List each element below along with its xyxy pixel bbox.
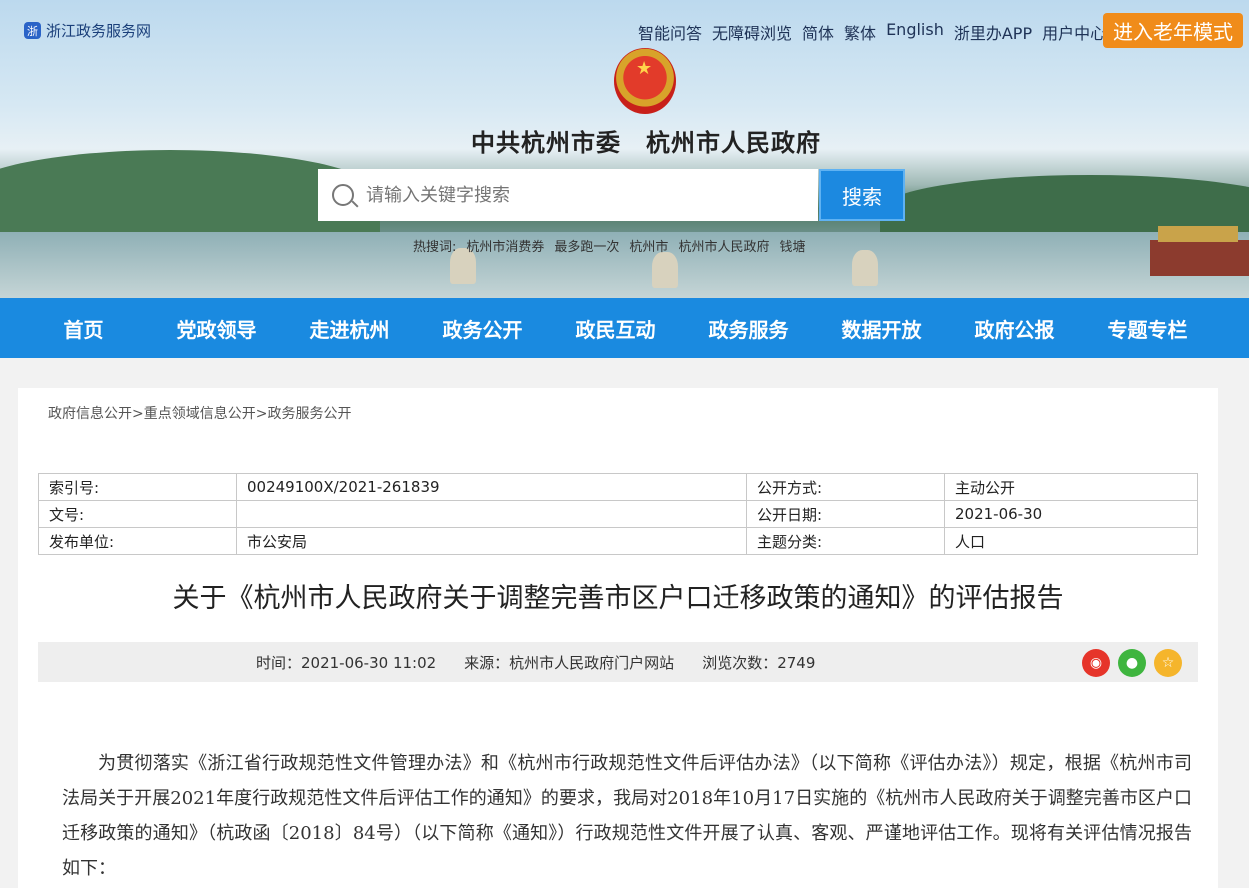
brand-label: 浙江政务服务网 — [46, 22, 152, 40]
link-traditional[interactable]: 繁体 — [844, 20, 876, 44]
meta-label: 文号: — [38, 500, 237, 528]
breadcrumb-separator: > — [132, 406, 144, 422]
meta-value: 主动公开 — [944, 473, 1198, 501]
hotword-link[interactable]: 杭州市消费券 — [466, 236, 544, 255]
table-row: 索引号: 00249100X/2021-261839 公开方式: 主动公开 — [38, 473, 1198, 501]
hotwords: 热搜词: 杭州市消费券 最多跑一次 杭州市 杭州市人民政府 钱塘 — [413, 236, 805, 255]
breadcrumb-separator: > — [255, 406, 268, 422]
nav-item-disclosure[interactable]: 政务公开 — [416, 314, 549, 343]
search-box — [318, 169, 818, 221]
meta-label: 公开方式: — [746, 473, 945, 501]
link-accessibility[interactable]: 无障碍浏览 — [712, 20, 792, 44]
meta-label: 公开日期: — [746, 500, 945, 528]
article-title: 关于《杭州市人民政府关于调整完善市区户口迁移政策的通知》的评估报告 — [172, 583, 1064, 614]
meta-value: 市公安局 — [236, 527, 747, 555]
meta-value — [236, 500, 747, 528]
elder-mode-button[interactable]: 进入老年模式 — [1103, 13, 1243, 48]
link-app[interactable]: 浙里办APP — [954, 20, 1032, 44]
nav-item-services[interactable]: 政务服务 — [682, 314, 815, 343]
nav-item-interaction[interactable]: 政民互动 — [549, 314, 682, 343]
search-button[interactable]: 搜索 — [819, 169, 905, 221]
article-info-bar: 时间：2021-06-30 11:02 来源：杭州市人民政府门户网站 浏览次数：… — [38, 642, 1198, 682]
breadcrumb-item[interactable]: 重点领域信息公开 — [144, 406, 256, 422]
boat-decoration — [1150, 226, 1249, 276]
brand-link[interactable]: 浙 浙江政务服务网 — [24, 20, 151, 41]
search-input[interactable] — [364, 183, 788, 207]
hotword-link[interactable]: 杭州市人民政府 — [678, 236, 769, 255]
article-body: 为贯彻落实《浙江省行政规范性文件管理办法》和《杭州市行政规范性文件后评估办法》（… — [62, 753, 1192, 879]
table-row: 文号: 公开日期: 2021-06-30 — [38, 500, 1198, 528]
link-english[interactable]: English — [886, 20, 944, 44]
main-nav: 首页 党政领导 走进杭州 政务公开 政民互动 政务服务 数据开放 政府公报 专题… — [0, 298, 1249, 358]
nav-item-home[interactable]: 首页 — [17, 314, 150, 343]
table-row: 发布单位: 市公安局 主题分类: 人口 — [38, 527, 1198, 555]
meta-label: 发布单位: — [38, 527, 237, 555]
hotword-link[interactable]: 钱塘 — [779, 236, 805, 255]
meta-value: 2021-06-30 — [944, 500, 1198, 528]
meta-value: 人口 — [944, 527, 1198, 555]
link-ai-qa[interactable]: 智能问答 — [638, 20, 702, 44]
content-card: 政府信息公开>重点领域信息公开>政务服务公开 索引号: 00249100X/20… — [18, 388, 1218, 888]
nav-item-about[interactable]: 走进杭州 — [283, 314, 416, 343]
search-icon — [332, 184, 354, 206]
zhejiang-logo-icon: 浙 — [24, 22, 41, 39]
hotwords-label: 热搜词: — [413, 240, 457, 255]
link-simplified[interactable]: 简体 — [802, 20, 834, 44]
national-emblem-icon: ★ — [614, 48, 676, 114]
breadcrumb-item[interactable]: 政务服务公开 — [267, 406, 351, 422]
document-meta-table: 索引号: 00249100X/2021-261839 公开方式: 主动公开 文号… — [38, 473, 1198, 555]
top-links: 智能问答 无障碍浏览 简体 繁体 English 浙里办APP 用户中心 — [638, 20, 1106, 44]
breadcrumb: 政府信息公开>重点领域信息公开>政务服务公开 — [48, 403, 351, 423]
site-title: 中共杭州市委 杭州市人民政府 — [471, 128, 821, 157]
hotword-link[interactable]: 最多跑一次 — [554, 236, 619, 255]
pagoda-decoration — [652, 252, 678, 288]
weibo-share-icon[interactable]: ◉ — [1082, 649, 1110, 677]
favorite-star-icon[interactable]: ☆ — [1154, 649, 1182, 677]
pagoda-decoration — [852, 250, 878, 286]
meta-label: 主题分类: — [746, 527, 945, 555]
wechat-share-icon[interactable]: ● — [1118, 649, 1146, 677]
article-time: 时间：2021-06-30 11:02 — [256, 653, 437, 672]
nav-item-leaders[interactable]: 党政领导 — [150, 314, 283, 343]
article-source: 来源：杭州市人民政府门户网站 — [464, 653, 675, 672]
breadcrumb-item[interactable]: 政府信息公开 — [48, 406, 132, 422]
share-buttons: ◉ ● ☆ — [1082, 649, 1182, 677]
nav-item-gazette[interactable]: 政府公报 — [948, 314, 1081, 343]
meta-label: 索引号: — [38, 473, 237, 501]
header-banner: 浙 浙江政务服务网 智能问答 无障碍浏览 简体 繁体 English 浙里办AP… — [0, 0, 1249, 298]
hotword-link[interactable]: 杭州市 — [629, 236, 668, 255]
link-user-center[interactable]: 用户中心 — [1042, 20, 1106, 44]
meta-value: 00249100X/2021-261839 — [236, 473, 747, 501]
nav-item-open-data[interactable]: 数据开放 — [815, 314, 948, 343]
nav-item-topics[interactable]: 专题专栏 — [1081, 314, 1214, 343]
article-views: 浏览次数：2749 — [702, 653, 816, 672]
